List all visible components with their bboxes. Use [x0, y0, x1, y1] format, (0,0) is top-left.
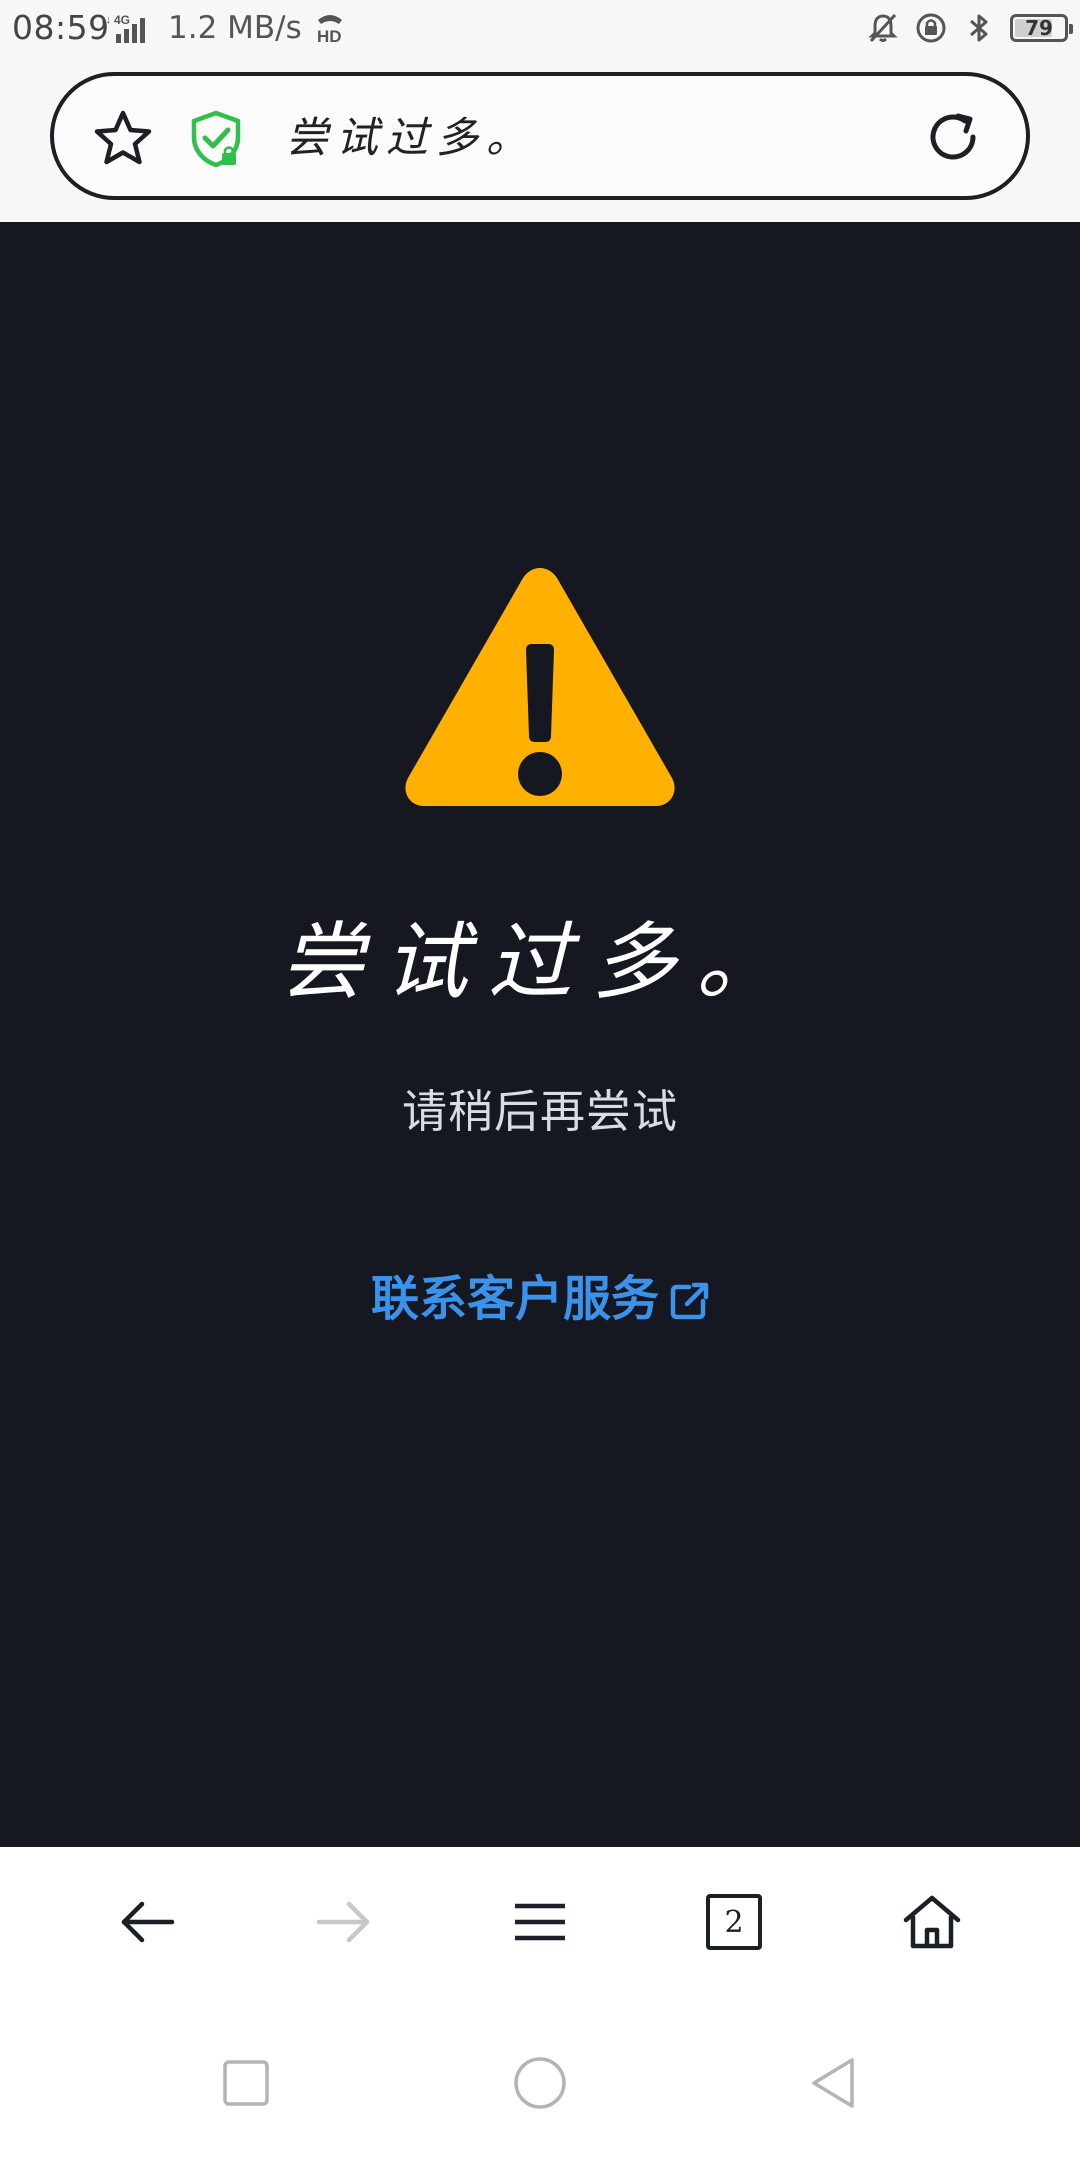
tab-count: 2	[724, 1904, 744, 1940]
shield-check-icon[interactable]	[188, 109, 244, 169]
hd-label: HD	[317, 27, 342, 44]
browser-header: 尝试过多。	[0, 56, 1080, 222]
home-circle-icon[interactable]	[512, 2055, 568, 2111]
battery-percent: 79	[1025, 16, 1053, 40]
tabs-button[interactable]: 2	[706, 1894, 762, 1950]
status-icons: 79	[866, 10, 1073, 46]
status-bar: 08:59 ↑↓ 4G 1.2 MB/s HD 79	[0, 0, 1080, 56]
browser-toolbar: 2	[0, 1847, 1080, 1997]
back-arrow-icon[interactable]	[118, 1892, 178, 1952]
error-title: 尝试过多。	[279, 913, 800, 1011]
home-icon[interactable]	[902, 1892, 962, 1952]
contact-support-label[interactable]: 联系客户服务	[371, 1267, 659, 1331]
system-navigation-bar	[0, 1997, 1080, 2160]
contact-support-link[interactable]: 联系客户服务	[0, 1267, 1080, 1331]
rotation-lock-icon	[916, 13, 946, 43]
star-icon[interactable]	[94, 109, 152, 167]
back-triangle-icon[interactable]	[806, 2055, 862, 2111]
address-bar[interactable]: 尝试过多。	[50, 72, 1030, 200]
battery-icon: 79	[1010, 14, 1073, 42]
mute-icon	[868, 13, 898, 43]
svg-text:↑↓: ↑↓	[100, 14, 111, 26]
network-signal-icon: ↑↓ 4G	[100, 13, 145, 43]
recent-apps-icon[interactable]	[218, 2055, 274, 2111]
external-link-icon[interactable]	[669, 1281, 709, 1321]
warning-triangle-icon	[405, 568, 675, 806]
error-page: 尝试过多。 请稍后再尝试 联系客户服务	[0, 222, 1080, 1847]
network-speed: 1.2 MB/s	[168, 10, 302, 46]
status-time: 08:59	[12, 8, 110, 47]
page-title[interactable]: 尝试过多。	[286, 110, 536, 166]
bluetooth-icon	[970, 14, 988, 42]
forward-arrow-icon[interactable]	[313, 1892, 373, 1952]
error-subtitle: 请稍后再尝试	[401, 1085, 678, 1138]
network-label: 4G	[114, 13, 130, 27]
hd-voice-icon: HD	[317, 15, 342, 44]
reload-icon[interactable]	[924, 108, 982, 166]
menu-icon[interactable]	[510, 1892, 570, 1952]
